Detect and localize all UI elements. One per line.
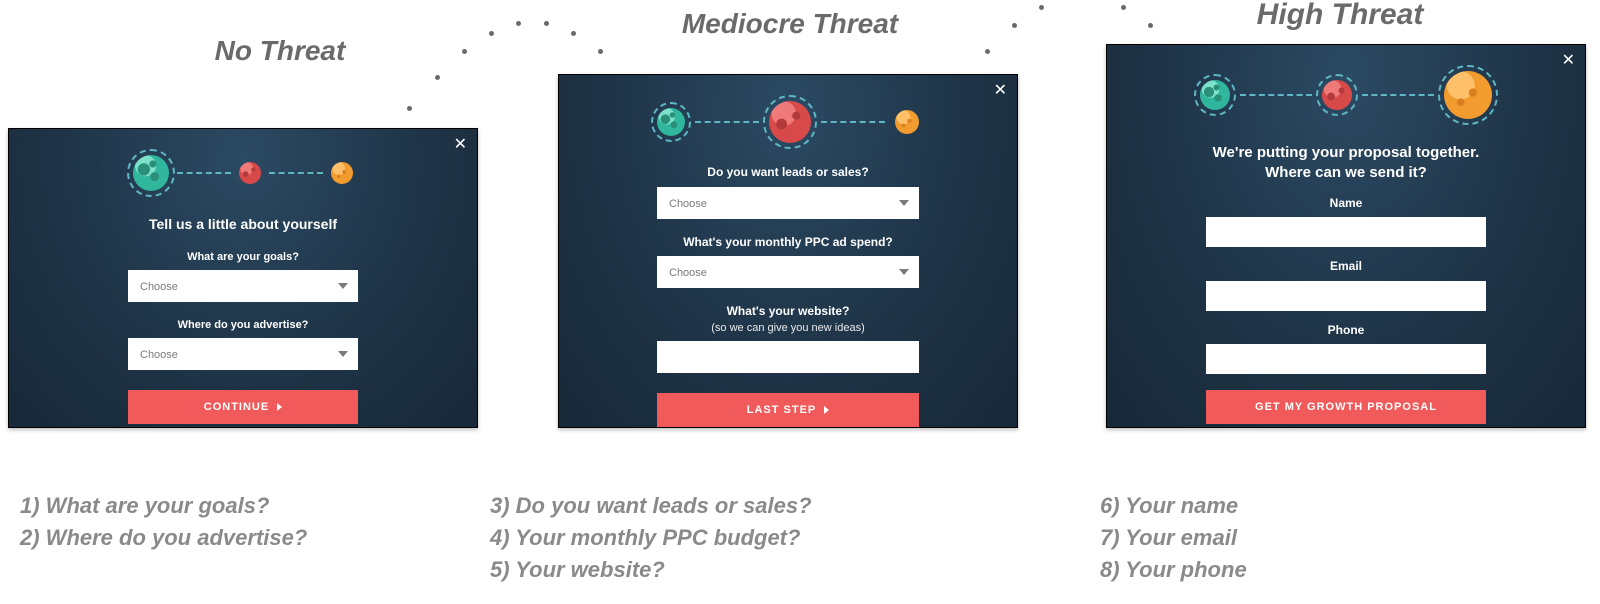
- planet-sun-icon: [1444, 71, 1492, 119]
- field-label-name: Name: [1107, 196, 1585, 212]
- chevron-down-icon: [338, 351, 348, 357]
- progress-dash: [695, 121, 759, 123]
- caption-item: 6) Your name: [1100, 490, 1247, 522]
- field-label-goals: What are your goals?: [9, 250, 477, 264]
- select-goals[interactable]: Choose: [128, 270, 358, 302]
- button-label: CONTINUE: [204, 401, 269, 413]
- caption-item: 3) Do you want leads or sales?: [490, 490, 812, 522]
- field-label-website-main: What's your website?: [727, 304, 850, 318]
- close-icon[interactable]: ✕: [1562, 53, 1575, 69]
- close-icon[interactable]: ✕: [454, 137, 467, 153]
- captions-stage-2: 3) Do you want leads or sales? 4) Your m…: [490, 490, 812, 586]
- progress-planets: [559, 101, 1017, 143]
- planet-earth-icon: [1200, 80, 1230, 110]
- progress-dash: [269, 172, 323, 174]
- select-placeholder: Choose: [140, 349, 178, 361]
- caption-item: 1) What are your goals?: [20, 490, 307, 522]
- select-placeholder: Choose: [669, 198, 707, 210]
- chevron-down-icon: [899, 200, 909, 206]
- planet-mars-icon: [239, 162, 261, 184]
- modal-step-2: ✕ Do you want leads or sales? Choose Wha…: [558, 74, 1018, 428]
- headline-line-2: Where can we send it?: [1265, 164, 1427, 181]
- input-name[interactable]: [1206, 217, 1486, 247]
- captions-stage-3: 6) Your name 7) Your email 8) Your phone: [1100, 490, 1247, 586]
- select-ppc-spend[interactable]: Choose: [657, 256, 919, 288]
- close-icon[interactable]: ✕: [994, 83, 1007, 99]
- progress-dash: [177, 172, 231, 174]
- threat-label-mediocre: Mediocre Threat: [660, 8, 920, 40]
- progress-planets: [9, 155, 477, 191]
- field-label-email: Email: [1107, 259, 1585, 275]
- chevron-right-icon: [277, 403, 282, 411]
- field-label-advertise: Where do you advertise?: [9, 318, 477, 332]
- caption-item: 7) Your email: [1100, 522, 1247, 554]
- progress-dash: [1362, 94, 1434, 96]
- input-website[interactable]: [657, 341, 919, 373]
- progress-planets: [1107, 71, 1585, 119]
- continue-button[interactable]: CONTINUE: [128, 390, 358, 424]
- button-label: LAST STEP: [747, 404, 817, 416]
- modal-step-1: ✕ Tell us a little about yourself What a…: [8, 128, 478, 428]
- progress-dash: [1240, 94, 1312, 96]
- captions-stage-1: 1) What are your goals? 2) Where do you …: [20, 490, 307, 554]
- select-placeholder: Choose: [669, 267, 707, 279]
- planet-earth-icon: [657, 108, 685, 136]
- threat-label-none: No Threat: [150, 35, 410, 67]
- chevron-down-icon: [899, 269, 909, 275]
- select-advertise[interactable]: Choose: [128, 338, 358, 370]
- last-step-button[interactable]: LAST STEP: [657, 393, 919, 427]
- planet-mars-icon: [1322, 80, 1352, 110]
- field-label-leads-sales: Do you want leads or sales?: [559, 165, 1017, 181]
- field-label-website-sub: (so we can give you new ideas): [711, 322, 864, 334]
- chevron-right-icon: [824, 406, 829, 414]
- modal-headline: Tell us a little about yourself: [9, 215, 477, 234]
- modal-headline: We're putting your proposal together. Wh…: [1107, 143, 1585, 184]
- headline-line-1: We're putting your proposal together.: [1213, 144, 1480, 161]
- button-label: GET MY GROWTH PROPOSAL: [1255, 401, 1437, 413]
- planet-sun-icon: [895, 110, 919, 134]
- caption-item: 8) Your phone: [1100, 554, 1247, 586]
- caption-item: 4) Your monthly PPC budget?: [490, 522, 812, 554]
- threat-label-high: High Threat: [1210, 0, 1470, 32]
- field-label-ppc-spend: What's your monthly PPC ad spend?: [559, 235, 1017, 251]
- select-placeholder: Choose: [140, 281, 178, 293]
- caption-item: 5) Your website?: [490, 554, 812, 586]
- get-proposal-button[interactable]: GET MY GROWTH PROPOSAL: [1206, 390, 1486, 424]
- select-leads-sales[interactable]: Choose: [657, 187, 919, 219]
- progress-dash: [821, 121, 885, 123]
- field-label-website: What's your website? (so we can give you…: [559, 304, 1017, 335]
- caption-item: 2) Where do you advertise?: [20, 522, 307, 554]
- input-email[interactable]: [1206, 281, 1486, 311]
- modal-step-3: ✕ We're putting your proposal together. …: [1106, 44, 1586, 428]
- input-phone[interactable]: [1206, 344, 1486, 374]
- planet-earth-icon: [133, 155, 169, 191]
- planet-mars-icon: [769, 101, 811, 143]
- field-label-phone: Phone: [1107, 323, 1585, 339]
- planet-sun-icon: [331, 162, 353, 184]
- chevron-down-icon: [338, 283, 348, 289]
